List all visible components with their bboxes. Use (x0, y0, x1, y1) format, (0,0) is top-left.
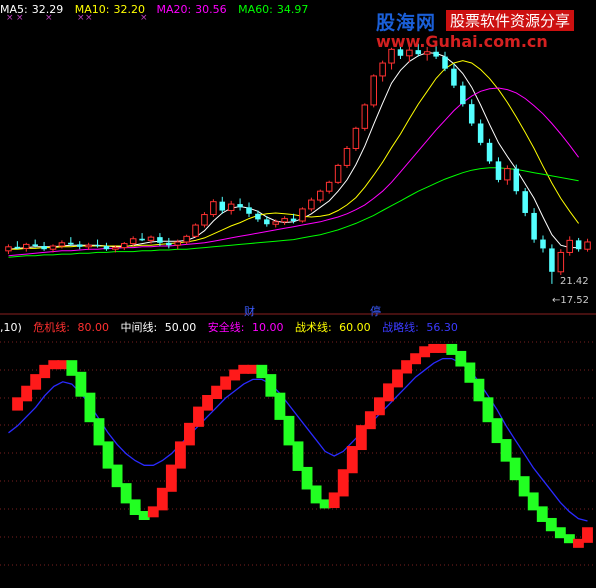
falling-block (283, 415, 295, 446)
candle-body (343, 147, 351, 166)
candle-body (540, 239, 546, 249)
candle-body (139, 238, 145, 241)
candle-body (299, 208, 306, 222)
price-label-high: 21.42 (560, 276, 589, 287)
candle-body (370, 75, 377, 106)
candle-body (442, 56, 448, 69)
legend-ma10: MA10: 32.20 (74, 3, 145, 16)
chart-canvas: × × × × × × (0, 13, 596, 566)
candle-body (379, 62, 386, 77)
rising-block (165, 464, 177, 492)
falling-block (93, 418, 105, 446)
falling-block (84, 392, 96, 423)
legend-ma20: MA20: 30.56 (156, 3, 227, 16)
candle-body (522, 191, 528, 213)
candle-body (192, 224, 199, 237)
candle-body (308, 199, 315, 210)
candle-body (584, 241, 591, 250)
candle-body (58, 242, 66, 247)
candle-body (166, 242, 172, 246)
rising-block (346, 446, 358, 474)
indicator-param: ,10) (0, 321, 22, 334)
event-marker-halt: 停 (370, 305, 381, 318)
rising-block (174, 441, 186, 469)
candle-body (290, 218, 297, 222)
candle-body (129, 238, 137, 245)
candle-body (531, 212, 537, 240)
ma-line-ma20 (8, 87, 580, 257)
candle-body (5, 246, 12, 252)
rising-block (582, 527, 593, 543)
candle-body (14, 246, 21, 249)
candle-body (513, 168, 520, 192)
falling-block (102, 441, 114, 469)
candle-body (255, 213, 261, 220)
candle-body (32, 244, 38, 246)
candle-body (486, 142, 493, 162)
candle-body (317, 190, 324, 201)
candle-body (272, 221, 279, 225)
legend-crisis-line: 危机线: 80.00 (33, 321, 110, 334)
candle-body (85, 244, 92, 248)
candle-body (49, 245, 57, 250)
indicator-legend: ,10) 危机线: 80.00 中间线: 50.00 安全线: 10.00 战术… (0, 319, 466, 335)
candle-body (575, 240, 582, 250)
candle-body (23, 243, 30, 249)
candle-body (495, 161, 502, 180)
candle-body (468, 104, 475, 124)
candle-body (147, 236, 155, 241)
candle-body (504, 168, 511, 181)
candle-body (201, 214, 208, 226)
candle-body (451, 68, 457, 86)
event-marker-finance: 财 (244, 305, 255, 318)
candle-body (103, 246, 110, 250)
candle-body (174, 241, 181, 246)
legend-tactic-line: 战术线: 60.00 (294, 321, 371, 334)
candle-body (460, 85, 466, 105)
candle-body (325, 181, 333, 192)
candle-body (183, 235, 190, 243)
chart-stage: × × × × × × MA5: 32.29 MA10: 32.20 MA20: 30.56 M… (0, 0, 596, 588)
watermark-logo: 股海网 (376, 12, 437, 34)
falling-block (292, 441, 304, 471)
rising-block (337, 469, 349, 497)
candle-body (41, 246, 47, 250)
ma-legend: MA5: 32.29 MA10: 32.20 MA20: 30.56 MA60: 34.… (0, 3, 316, 16)
watermark-url: www.Guhai.com.cn (376, 32, 548, 51)
candle-body (281, 218, 288, 223)
candle-body (219, 201, 226, 211)
legend-middle-line: 中间线: 50.00 (120, 321, 197, 334)
candle-body (549, 248, 555, 272)
candle-body (237, 204, 243, 208)
candle-body (94, 245, 101, 247)
candle-body (361, 104, 369, 129)
candle-body (121, 243, 128, 249)
candle-body (566, 239, 573, 253)
legend-ma60: MA60: 34.97 (238, 3, 309, 16)
candle-body (246, 207, 252, 214)
legend-safe-line: 安全线: 10.00 (207, 321, 284, 334)
legend-ma5: MA5: 32.29 (0, 3, 64, 16)
legend-strategy-line: 战略线: 56.30 (382, 321, 458, 334)
price-label-low: ←17.52 (552, 295, 590, 306)
candle-body (68, 242, 74, 245)
candle-body (477, 123, 484, 143)
watermark-slogan: 股票软件资源分享 (446, 10, 575, 31)
candle-body (557, 251, 565, 273)
watermark: 股海网 股票软件资源分享 www.Guhai.com.cn (372, 6, 592, 54)
candle-body (334, 164, 342, 183)
candle-body (210, 201, 217, 216)
candle-body (112, 247, 119, 250)
candle-body (352, 127, 360, 149)
ma-line-ma60 (8, 167, 579, 258)
falling-block (274, 392, 286, 420)
candle-body (227, 203, 235, 212)
candle-body (157, 237, 163, 243)
candle-body (76, 244, 83, 247)
candle-body (264, 219, 270, 225)
